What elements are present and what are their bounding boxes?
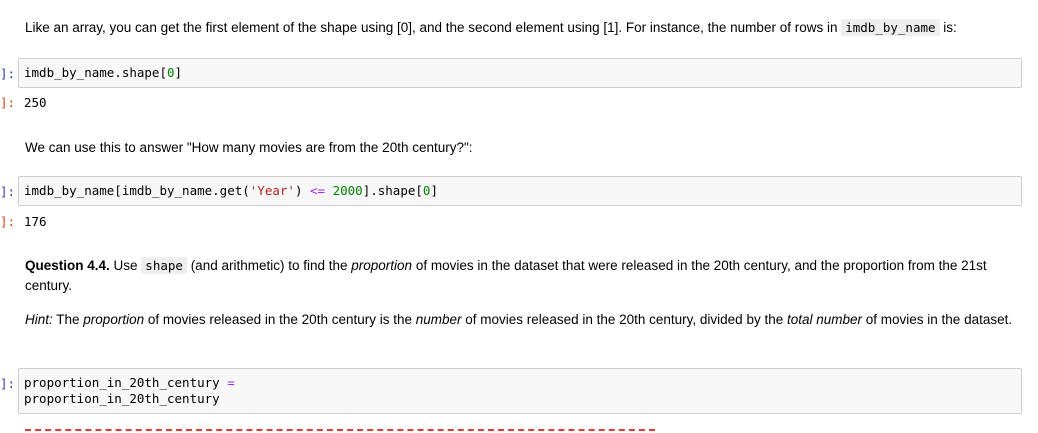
inline-code: shape	[141, 257, 187, 274]
hint-text: of movies released in the 20th century i…	[144, 312, 416, 327]
intro-paragraph: Like an array, you can get the first ele…	[25, 18, 1015, 38]
code-text: ]	[430, 183, 438, 198]
intro-text: Like an array, you can get the first ele…	[25, 20, 842, 35]
question-text: (and arithmetic) to find the	[186, 258, 352, 273]
question-4-4: Question 4.4. Use shape (and arithmetic)…	[25, 256, 1015, 296]
error-divider	[25, 429, 655, 431]
code-string: 'Year'	[249, 183, 295, 198]
code-cell-3[interactable]: proportion_in_20th_century = proportion_…	[18, 368, 1022, 414]
code-text: proportion_in_20th_century	[24, 375, 228, 390]
intro-text-end: is:	[939, 20, 957, 35]
code-operator: <=	[310, 183, 326, 198]
question-emphasis: proportion	[351, 258, 413, 273]
input-prompt: ]:	[0, 184, 16, 199]
question-text: Use	[109, 258, 142, 273]
input-prompt: ]:	[0, 376, 16, 391]
question-paragraph: We can use this to answer "How many movi…	[25, 140, 473, 155]
code-cell-1[interactable]: imdb_by_name.shape[0]	[18, 58, 1022, 88]
code-text: ].shape[	[362, 183, 423, 198]
hint-text: The	[52, 312, 84, 327]
code-text: ]	[174, 65, 183, 80]
code-text: imdb_by_name.shape[	[24, 65, 167, 80]
hint-label: Hint:	[25, 312, 53, 327]
question-label: Question 4.4.	[25, 258, 110, 273]
hint-text: of movies released in the 20th century, …	[461, 312, 787, 327]
hint-emphasis: total number	[786, 312, 863, 327]
code-cell-2[interactable]: imdb_by_name[imdb_by_name.get('Year') <=…	[18, 176, 1022, 206]
cell-2-output: 176	[24, 214, 47, 229]
cell-1-output: 250	[24, 95, 47, 110]
code-number: 2000	[332, 183, 363, 198]
hint-paragraph: Hint: The proportion of movies released …	[25, 310, 1015, 330]
code-text: imdb_by_name[imdb_by_name.get(	[24, 183, 250, 198]
output-prompt: ]:	[0, 214, 16, 229]
code-number: 0	[167, 65, 175, 80]
inline-code: imdb_by_name	[841, 19, 940, 36]
hint-emphasis: number	[415, 312, 462, 327]
code-text: )	[294, 183, 310, 198]
input-prompt: ]:	[0, 66, 16, 81]
code-text: proportion_in_20th_century	[24, 391, 220, 406]
hint-emphasis: proportion	[83, 312, 145, 327]
output-prompt: ]:	[0, 95, 16, 110]
code-operator: =	[227, 375, 235, 390]
hint-text: of movies in the dataset.	[862, 312, 1013, 327]
